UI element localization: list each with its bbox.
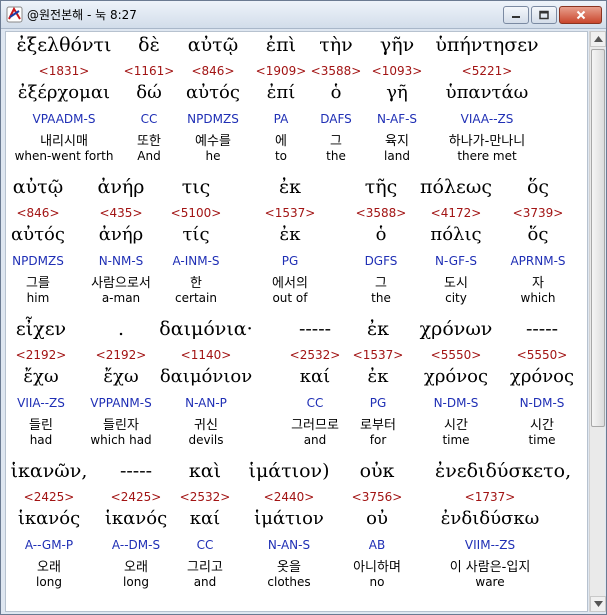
- word-greek[interactable]: -----: [487, 318, 587, 340]
- word-english: which: [520, 291, 556, 305]
- scroll-thumb[interactable]: [591, 49, 605, 427]
- word-num: <3756>: [351, 490, 403, 504]
- word-korean: 귀신: [194, 418, 218, 433]
- maximize-icon: [539, 10, 549, 20]
- word-lemma: ὅς: [527, 224, 549, 245]
- close-icon: [576, 10, 585, 20]
- word-korean: 이 사람은-입지: [449, 560, 531, 575]
- word-num: <1140>: [180, 348, 232, 362]
- word-greek[interactable]: οὐκ: [322, 460, 432, 482]
- word-num: <5550>: [516, 348, 568, 362]
- interlinear-row: ἱκανῶν, <2425> ἱκανός A--GM-P 오래 long ----- <24…: [6, 458, 587, 598]
- word-lemma: δαιμόνιον: [159, 366, 253, 387]
- app-window: @원전본해 - 눅 8:27 ἐξελθόντι <1831> ἐξέρχομα…: [0, 0, 607, 615]
- maximize-button[interactable]: [531, 6, 557, 24]
- word-morph: N-DM-S: [519, 396, 565, 410]
- window-title: @원전본해 - 눅 8:27: [27, 8, 137, 22]
- word-lemma: ἐνδιδύσκω: [440, 508, 540, 529]
- word-morph: APRNM-S: [510, 254, 566, 268]
- word-korean: 시간: [530, 418, 554, 433]
- window-controls: [503, 6, 602, 24]
- interlinear-row: αὐτῷ <846> αὐτός NPDMZS 그를 him ἀνήρ <435> ἀνήρ N-…: [6, 174, 587, 314]
- scroll-down-button[interactable]: [590, 596, 606, 612]
- word-english: no: [369, 575, 385, 589]
- word-english: time: [528, 433, 556, 447]
- word-num: <5221>: [461, 64, 513, 78]
- close-button[interactable]: [559, 6, 602, 24]
- interlinear-text-pane[interactable]: ἐξελθόντι <1831> ἐξέρχομαι VPAADM-S 내리시매 when…: [5, 31, 588, 612]
- word-greek[interactable]: ὅς: [483, 176, 587, 198]
- word-num: <1737>: [464, 490, 516, 504]
- word-num: <3739>: [512, 206, 564, 220]
- word-korean: 하나가-만나니: [448, 134, 526, 149]
- arrow-down-icon: [594, 601, 603, 607]
- app-logo-icon: [6, 6, 23, 23]
- word-english: there met: [457, 149, 517, 163]
- title-bar[interactable]: @원전본해 - 눅 8:27: [1, 1, 606, 29]
- word-lemma: οὐ: [366, 508, 388, 529]
- vertical-scrollbar[interactable]: [589, 31, 606, 612]
- interlinear-row: ἐξελθόντι <1831> ἐξέρχομαι VPAADM-S 내리시매 when…: [6, 32, 587, 172]
- scroll-up-button[interactable]: [590, 31, 606, 47]
- word-lemma: ὑπαντάω: [445, 82, 529, 103]
- interlinear-row: εἶχεν <2192> ἔχω VIIA--ZS 들린 had. <2192> ἔχω VPP…: [6, 316, 587, 456]
- word-morph: N-AN-P: [185, 396, 227, 410]
- minimize-button[interactable]: [503, 6, 529, 24]
- word-greek[interactable]: ἐνεδιδύσκετο,: [435, 460, 571, 482]
- word-greek[interactable]: ὑπήντησεν: [432, 34, 542, 56]
- word-korean: 자: [532, 276, 544, 291]
- word-korean: 아니하며: [353, 560, 401, 575]
- word-morph: VIAA--ZS: [460, 112, 514, 126]
- word-lemma: χρόνος: [509, 366, 575, 387]
- minimize-icon: [512, 16, 520, 18]
- word-greek[interactable]: δαιμόνια·: [151, 318, 261, 340]
- word-morph: AB: [368, 538, 386, 552]
- word-english: devils: [188, 433, 224, 447]
- word-morph: VIIM--ZS: [464, 538, 516, 552]
- word-english: ware: [475, 575, 505, 589]
- arrow-up-icon: [594, 36, 603, 42]
